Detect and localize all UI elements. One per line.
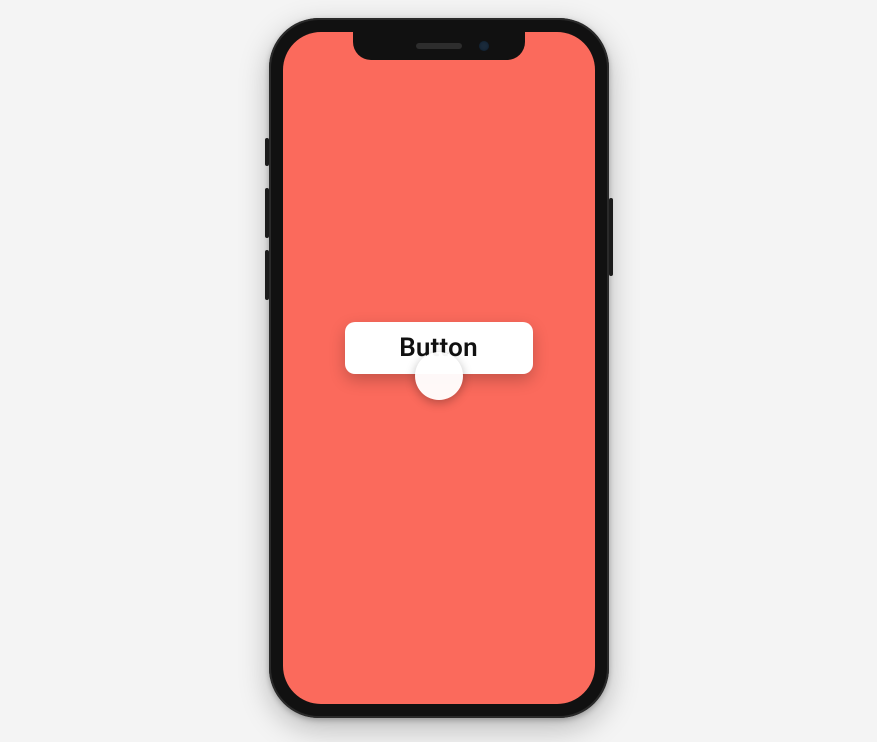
- primary-button[interactable]: Button: [345, 322, 533, 374]
- phone-frame: Button: [269, 18, 609, 718]
- touch-indicator-icon: [415, 352, 463, 400]
- front-camera: [479, 41, 489, 51]
- mockup-stage: Button: [0, 0, 877, 742]
- speaker-grille: [416, 43, 462, 49]
- volume-down-button: [265, 250, 269, 300]
- volume-up-button: [265, 188, 269, 238]
- phone-screen: Button: [283, 32, 595, 704]
- power-button: [609, 198, 613, 276]
- screen-content: Button: [283, 32, 595, 704]
- phone-notch: [353, 32, 525, 60]
- mute-switch: [265, 138, 269, 166]
